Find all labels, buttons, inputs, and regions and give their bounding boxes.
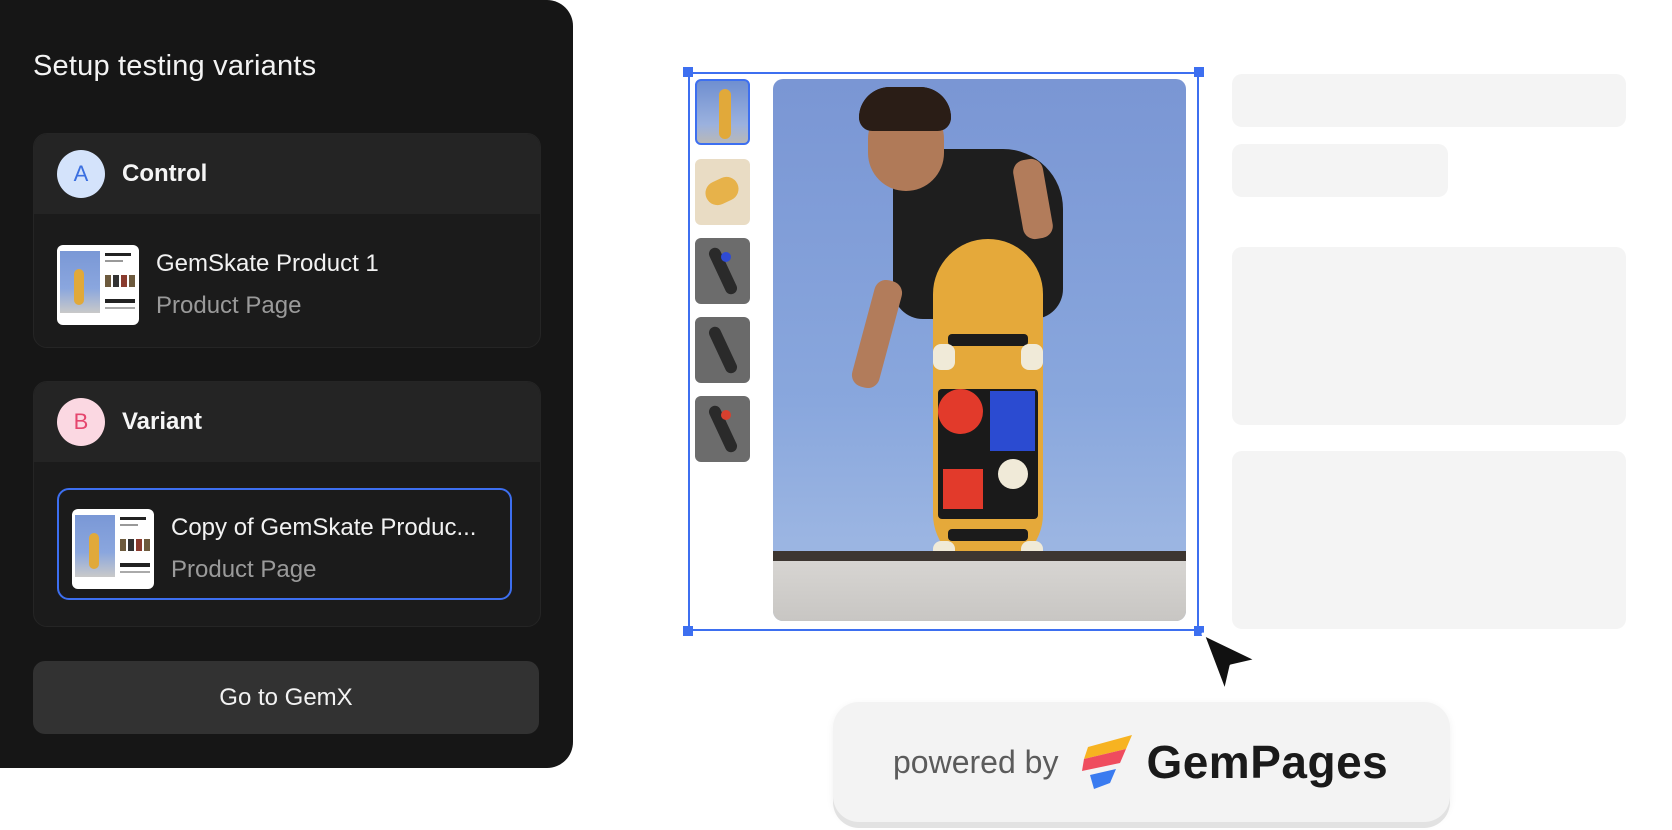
gempages-logo-icon	[1082, 735, 1133, 789]
placeholder-price	[1232, 144, 1448, 197]
go-to-gemx-button[interactable]: Go to GemX	[33, 661, 539, 734]
gallery-thumbnail[interactable]	[695, 238, 750, 304]
resize-handle-bottom-left[interactable]	[683, 626, 693, 636]
gallery-thumbnail[interactable]	[695, 159, 750, 225]
resize-handle-top-left[interactable]	[683, 67, 693, 77]
gallery-thumbnail[interactable]	[695, 79, 750, 145]
control-page[interactable]: GemSkate Product 1 Product Page	[57, 245, 379, 325]
control-page-type: Product Page	[156, 292, 302, 319]
gallery-thumbnail[interactable]	[695, 396, 750, 462]
variant-header: B Variant	[34, 382, 540, 462]
variant-page-name: Copy of GemSkate Produc...	[171, 514, 477, 541]
control-page-thumbnail	[57, 245, 139, 325]
control-badge: A	[57, 150, 105, 198]
product-main-image	[773, 79, 1186, 621]
mouse-cursor-icon	[1201, 632, 1259, 694]
placeholder-title	[1232, 74, 1626, 127]
control-label: Control	[122, 160, 208, 187]
variant-badge: B	[57, 398, 105, 446]
placeholder-block	[1232, 451, 1626, 629]
resize-handle-top-right[interactable]	[1194, 67, 1204, 77]
variant-card: B Variant Copy of GemSkate Produc... Pro…	[33, 381, 541, 627]
control-card: A Control GemSkate Product 1 Product Pag…	[33, 133, 541, 348]
variant-page[interactable]: Copy of GemSkate Produc... Product Page	[72, 509, 501, 589]
control-header: A Control	[34, 134, 540, 214]
panel-title: Setup testing variants	[33, 50, 317, 82]
powered-by-badge: powered by GemPages	[833, 702, 1450, 822]
placeholder-block	[1232, 247, 1626, 425]
setup-panel: Setup testing variants A Control GemSkat…	[0, 0, 573, 768]
powered-by-text: powered by	[893, 743, 1059, 780]
gallery-thumbnail[interactable]	[695, 317, 750, 383]
control-page-name: GemSkate Product 1	[156, 250, 379, 277]
variant-label: Variant	[122, 408, 203, 435]
gempages-brand: GemPages	[1146, 736, 1389, 788]
variant-page-type: Product Page	[171, 556, 317, 583]
variant-page-thumbnail	[72, 509, 154, 589]
